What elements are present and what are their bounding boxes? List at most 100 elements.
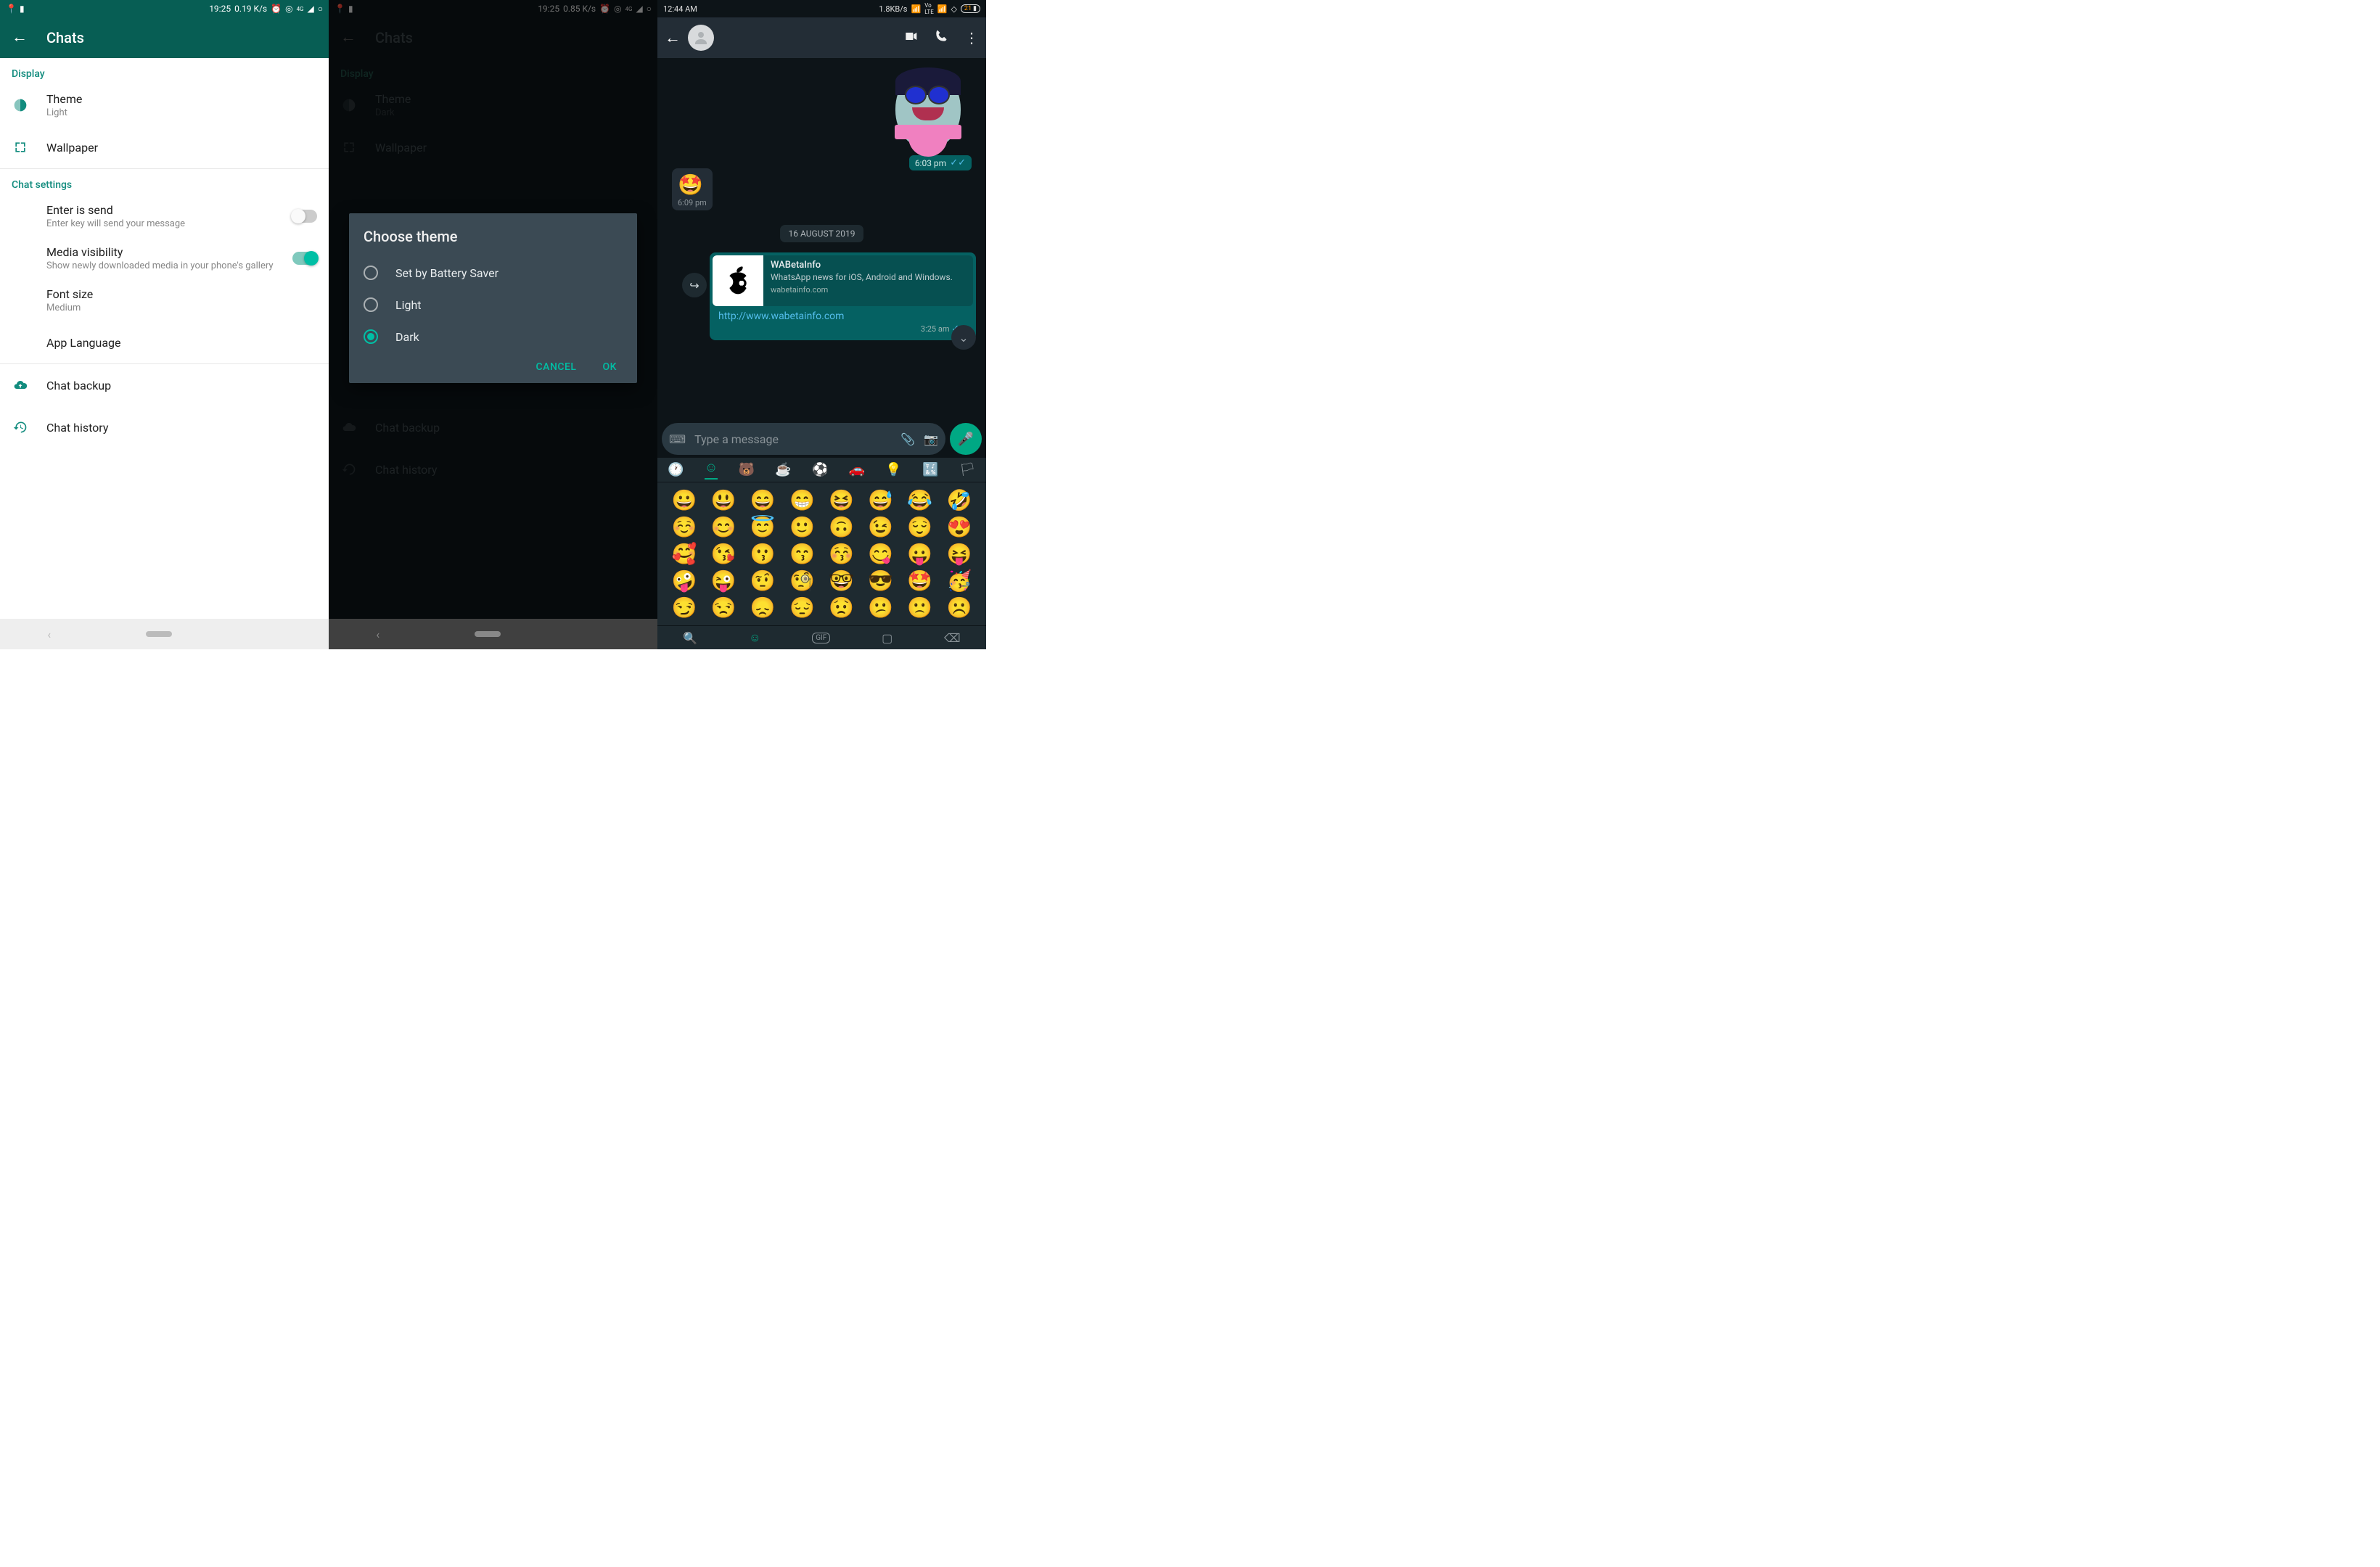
emoji-grid: 😀 😃 😄 😁 😆 😅 😂 🤣 ☺️ 😊 😇 🙂 🙃 😉 😌 😍 🥰 😘 😗 😙 😚 😋 😛 😝 🤪 😜 🤨 🧐 🤓 😎 🤩 🥳 😏 😒 😞 😔 😟 😕 🙁… — [657, 482, 986, 625]
nav-home-pill[interactable] — [146, 631, 172, 637]
attach-icon[interactable]: 📎 — [900, 432, 915, 446]
emoji-item[interactable]: 😘 — [711, 542, 736, 566]
theme-row[interactable]: Theme Light — [0, 84, 329, 126]
back-icon[interactable] — [12, 29, 29, 46]
food-tab-icon[interactable]: ☕ — [775, 462, 791, 477]
voice-call-icon[interactable] — [934, 29, 948, 46]
objects-tab-icon[interactable]: 💡 — [885, 462, 901, 477]
emoji-item[interactable]: 😂 — [907, 488, 932, 512]
emoji-item[interactable]: 😌 — [907, 515, 932, 539]
forward-icon[interactable]: ↪ — [682, 273, 707, 297]
symbols-tab-icon[interactable]: 🔣 — [922, 462, 938, 477]
scroll-down-button[interactable]: ⌄ — [951, 325, 976, 350]
emoji-item[interactable]: 😊 — [711, 515, 736, 539]
animals-tab-icon[interactable]: 🐻 — [739, 462, 755, 477]
chat-history-row[interactable]: Chat history — [0, 406, 329, 448]
emoji-item[interactable]: ☺️ — [672, 515, 697, 539]
emoji-item[interactable]: 😞 — [750, 596, 776, 620]
emoji-item[interactable]: 😆 — [829, 488, 854, 512]
emoji-item[interactable]: 😅 — [868, 488, 893, 512]
emoji-item[interactable]: 😝 — [947, 542, 972, 566]
app-language-row[interactable]: App Language — [0, 321, 329, 363]
emoji-categories: 🕐 ☺ 🐻 ☕ ⚽ 🚗 💡 🔣 🏳 — [657, 458, 986, 482]
emoji-item[interactable]: 🙃 — [829, 515, 854, 539]
backspace-icon[interactable]: ⌫ — [944, 631, 961, 645]
back-icon[interactable]: ← — [665, 28, 681, 47]
font-size-value: Medium — [46, 303, 317, 313]
emoji-item[interactable]: 🤣 — [947, 488, 972, 512]
emoji-item[interactable]: 😄 — [750, 488, 776, 512]
camera-icon[interactable]: 📷 — [924, 432, 938, 446]
nav-back-icon[interactable]: ‹ — [47, 628, 51, 641]
emoji-mode-icon[interactable]: ☺ — [749, 630, 760, 645]
font-size-row[interactable]: Font size Medium — [0, 279, 329, 321]
voice-record-button[interactable]: 🎤 — [950, 423, 982, 455]
media-visibility-row[interactable]: Media visibility Show newly downloaded m… — [0, 237, 329, 279]
video-call-icon[interactable] — [903, 29, 918, 46]
emoji-item[interactable]: 🧐 — [789, 569, 815, 593]
emoji-item[interactable]: 😙 — [789, 542, 815, 566]
message-input[interactable]: ⌨ Type a message 📎 📷 — [662, 423, 945, 455]
cancel-button[interactable]: CANCEL — [536, 361, 577, 373]
emoji-item[interactable]: 😍 — [947, 515, 972, 539]
emoji-item[interactable]: 😀 — [672, 488, 697, 512]
flags-tab-icon[interactable]: 🏳 — [959, 462, 976, 477]
recent-tab-icon[interactable]: 🕐 — [668, 462, 684, 477]
emoji-item[interactable]: 😕 — [868, 596, 893, 620]
more-icon[interactable]: ⋮ — [964, 29, 979, 46]
enter-send-row[interactable]: Enter is send Enter key will send your m… — [0, 195, 329, 237]
chat-backup-row[interactable]: Chat backup — [0, 364, 329, 406]
emoji-item[interactable]: 😗 — [750, 542, 776, 566]
activity-tab-icon[interactable]: ⚽ — [812, 462, 828, 477]
emoji-item[interactable]: 🙁 — [907, 596, 932, 620]
emoji-item[interactable]: ☹️ — [947, 596, 972, 620]
emoji-item[interactable]: 🤓 — [829, 569, 854, 593]
link-preview[interactable]: WABetaInfo WhatsApp news for iOS, Androi… — [713, 255, 973, 306]
radio-dark[interactable]: Dark — [364, 321, 623, 353]
outgoing-link-message[interactable]: WABetaInfo WhatsApp news for iOS, Androi… — [710, 252, 976, 340]
page-title: Chats — [46, 29, 84, 46]
enter-send-toggle[interactable] — [292, 210, 317, 223]
keyboard-icon[interactable]: ⌨ — [669, 432, 686, 446]
travel-tab-icon[interactable]: 🚗 — [849, 462, 865, 477]
emoji-item[interactable]: 😒 — [711, 596, 736, 620]
alarm-icon: ⏰ — [271, 4, 282, 14]
emoji-item[interactable]: 🥳 — [947, 569, 972, 593]
wifi-icon: ◇ — [951, 4, 956, 14]
contact-avatar[interactable] — [688, 25, 714, 51]
radio-light[interactable]: Light — [364, 289, 623, 321]
emoji-item[interactable]: 😟 — [829, 596, 854, 620]
nav-back-icon[interactable]: ‹ — [376, 628, 379, 641]
nav-home-pill[interactable] — [475, 631, 501, 637]
emoji-item[interactable]: 😇 — [750, 515, 776, 539]
volte-icon: VoLTE — [924, 2, 934, 15]
emoji-item[interactable]: 🤪 — [672, 569, 697, 593]
emoji-item[interactable]: 😔 — [789, 596, 815, 620]
emoji-item[interactable]: 😜 — [711, 569, 736, 593]
smileys-tab-icon[interactable]: ☺ — [705, 460, 718, 480]
link-url[interactable]: http://www.wabetainfo.com — [713, 306, 973, 324]
search-icon[interactable]: 🔍 — [683, 631, 697, 645]
gif-mode-icon[interactable]: GIF — [812, 633, 830, 643]
radio-checked-icon — [364, 329, 378, 344]
emoji-item[interactable]: 😏 — [672, 596, 697, 620]
emoji-item[interactable]: 🤨 — [750, 569, 776, 593]
sticker-mode-icon[interactable]: ▢ — [882, 631, 892, 645]
emoji-item[interactable]: 😉 — [868, 515, 893, 539]
emoji-item[interactable]: 😁 — [789, 488, 815, 512]
emoji-item[interactable]: 😋 — [868, 542, 893, 566]
wallpaper-row[interactable]: Wallpaper — [0, 126, 329, 168]
emoji-item[interactable]: 😃 — [711, 488, 736, 512]
emoji-item[interactable]: 😛 — [907, 542, 932, 566]
outgoing-sticker-message[interactable]: 6:03 pm✓✓ — [885, 65, 972, 170]
emoji-item[interactable]: 🤩 — [907, 569, 932, 593]
emoji-item[interactable]: 😎 — [868, 569, 893, 593]
emoji-item[interactable]: 🥰 — [672, 542, 697, 566]
chat-body[interactable]: 6:03 pm✓✓ 🤩 6:09 pm 16 AUGUST 2019 ↪ WAB… — [657, 58, 986, 458]
media-vis-toggle[interactable] — [292, 252, 317, 265]
emoji-item[interactable]: 🙂 — [789, 515, 815, 539]
radio-battery-saver[interactable]: Set by Battery Saver — [364, 257, 623, 289]
incoming-message[interactable]: 🤩 6:09 pm — [672, 168, 713, 210]
emoji-item[interactable]: 😚 — [829, 542, 854, 566]
ok-button[interactable]: OK — [603, 361, 617, 373]
